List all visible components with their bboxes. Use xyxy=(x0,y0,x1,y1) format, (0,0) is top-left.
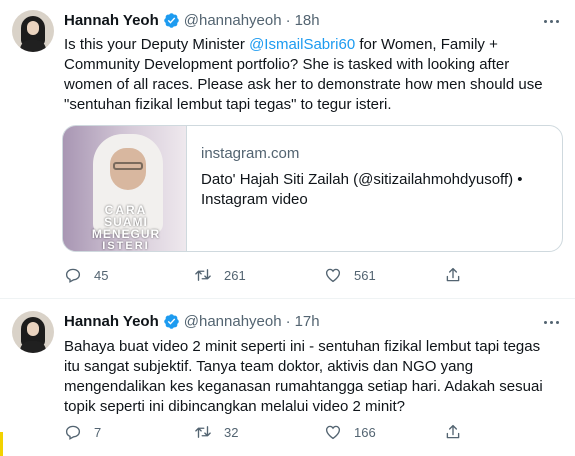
reply-button[interactable]: 7 xyxy=(64,423,194,441)
thumbnail-caption: CARA SUAMI MENEGUR ISTERI xyxy=(67,204,185,251)
reply-count: 7 xyxy=(94,424,102,440)
author-name[interactable]: Hannah Yeoh xyxy=(64,313,159,330)
tweet-actions: 45 261 561 xyxy=(64,266,524,284)
thumbnail-word: MENEGUR xyxy=(91,227,161,241)
tweet-actions: 7 32 166 xyxy=(64,423,524,441)
retweet-icon xyxy=(194,423,212,441)
card-title: Dato' Hajah Siti Zailah (@sitizailahmohd… xyxy=(201,171,523,188)
share-button[interactable] xyxy=(444,266,462,284)
thumbnail-word: ISTERI xyxy=(102,240,150,251)
timestamp[interactable]: 17h xyxy=(295,313,320,330)
retweet-icon xyxy=(194,266,212,284)
tweet-text: Bahaya buat video 2 minit seperti ini - … xyxy=(64,338,543,415)
retweet-button[interactable]: 32 xyxy=(194,423,324,441)
retweet-count: 32 xyxy=(224,424,239,440)
timestamp[interactable]: 18h xyxy=(295,12,320,29)
card-domain: instagram.com xyxy=(201,145,300,162)
like-button[interactable]: 166 xyxy=(324,423,454,441)
card-thumbnail[interactable]: CARA SUAMI MENEGUR ISTERI xyxy=(63,126,187,251)
more-icon[interactable] xyxy=(541,314,561,330)
link-card[interactable]: CARA SUAMI MENEGUR ISTERI instagram.com … xyxy=(62,125,563,252)
tweet[interactable]: Hannah Yeoh @hannahyeoh · 17h Bahaya bua… xyxy=(0,298,575,456)
avatar[interactable] xyxy=(12,10,54,52)
tweet-text: Is this your Deputy Minister @IsmailSabr… xyxy=(64,35,559,115)
separator-dot: · xyxy=(285,12,291,29)
tweet[interactable]: Hannah Yeoh @hannahyeoh · 18h Is this yo… xyxy=(0,0,575,298)
card-subtitle: Instagram video xyxy=(201,191,308,208)
author-handle[interactable]: @hannahyeoh xyxy=(184,12,282,29)
edge-marker xyxy=(0,432,3,456)
like-icon xyxy=(324,266,342,284)
like-count: 561 xyxy=(354,267,376,283)
verified-badge-icon xyxy=(163,313,180,330)
verified-badge-icon xyxy=(163,12,180,29)
tweet-header: Hannah Yeoh @hannahyeoh · 17h xyxy=(64,313,320,330)
like-button[interactable]: 561 xyxy=(324,266,454,284)
avatar[interactable] xyxy=(12,311,54,353)
like-icon xyxy=(324,423,342,441)
separator-dot: · xyxy=(285,313,291,330)
author-name[interactable]: Hannah Yeoh xyxy=(64,12,159,29)
reply-button[interactable]: 45 xyxy=(64,266,194,284)
mention-link[interactable]: @IsmailSabri60 xyxy=(249,36,355,53)
reply-icon xyxy=(64,266,82,284)
share-icon xyxy=(444,423,462,441)
share-button[interactable] xyxy=(444,423,462,441)
tweet-header: Hannah Yeoh @hannahyeoh · 18h xyxy=(64,12,320,29)
reply-icon xyxy=(64,423,82,441)
more-icon[interactable] xyxy=(541,13,561,29)
card-body[interactable]: instagram.com Dato' Hajah Siti Zailah (@… xyxy=(201,144,556,210)
tweet-text-part: Is this your Deputy Minister xyxy=(64,36,250,53)
retweet-button[interactable]: 261 xyxy=(194,266,324,284)
share-icon xyxy=(444,266,462,284)
reply-count: 45 xyxy=(94,267,109,283)
retweet-count: 261 xyxy=(224,267,246,283)
author-handle[interactable]: @hannahyeoh xyxy=(184,313,282,330)
like-count: 166 xyxy=(354,424,376,440)
